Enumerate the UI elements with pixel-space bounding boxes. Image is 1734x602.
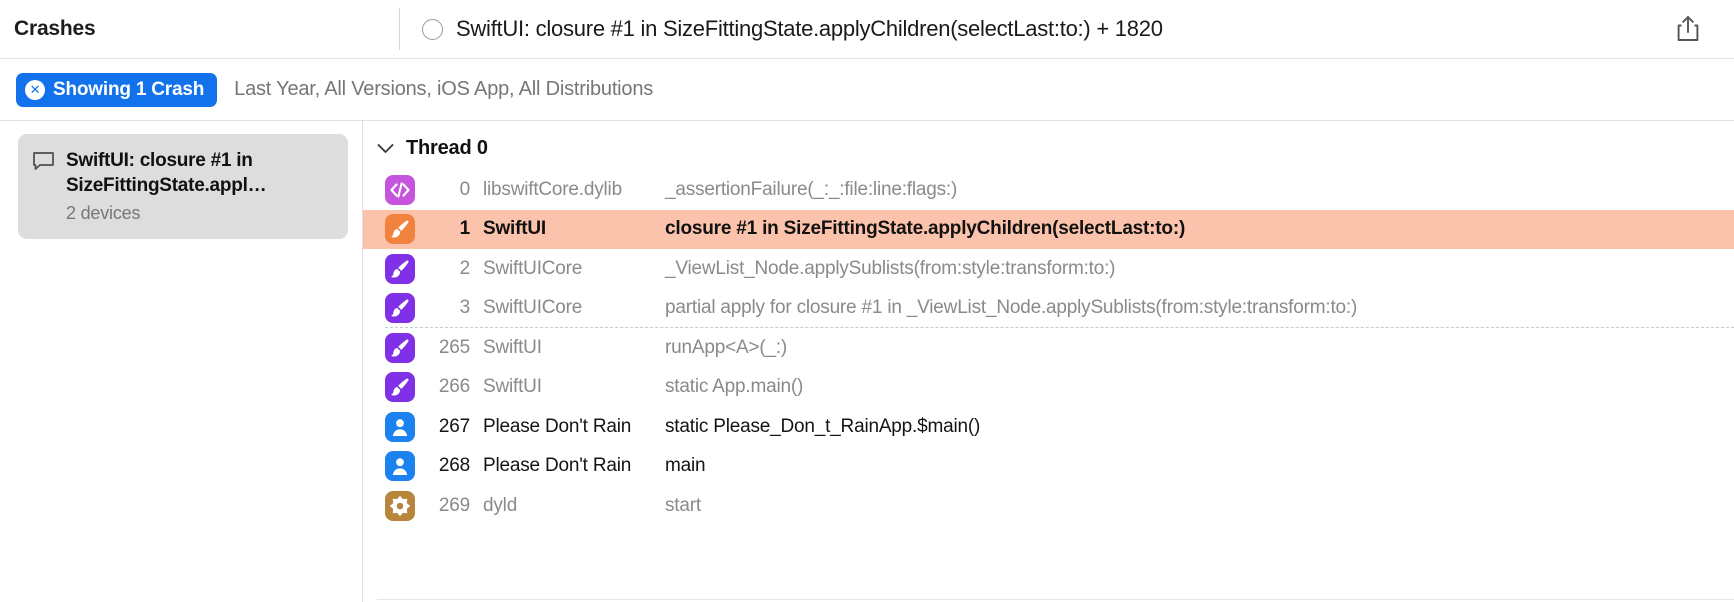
body-split: SwiftUI: closure #1 in SizeFittingState.…	[0, 121, 1734, 602]
frame-symbol: runApp<A>(_:)	[665, 336, 788, 358]
table-row[interactable]: 1 SwiftUI closure #1 in SizeFittingState.a…	[363, 209, 1734, 249]
frame-index: 1	[459, 218, 471, 240]
frame-binary: Please Don't Rain	[483, 455, 632, 477]
frame-binary: dyld	[483, 494, 518, 516]
share-button[interactable]	[1671, 12, 1705, 46]
frame-symbol: static Please_Don_t_RainApp.$main()	[665, 415, 981, 437]
top-bar-left: Crashes	[0, 0, 400, 58]
stack-trace-panel: Thread 0 0 libswiftCore.dylib _assertionFa…	[363, 121, 1734, 602]
thread-header[interactable]: Thread 0	[363, 121, 1734, 170]
top-bar-right	[1642, 0, 1734, 58]
list-item-text: SwiftUI: closure #1 in SizeFittingState.…	[66, 148, 332, 224]
frame-index: 265	[438, 336, 470, 358]
frame-index: 268	[438, 455, 470, 477]
stack-frame-list: 0 libswiftCore.dylib _assertionFailure(_:_…	[363, 170, 1734, 526]
frame-symbol: _ViewList_Node.applySublists(from:style:…	[665, 257, 1116, 279]
frame-binary: SwiftUICore	[483, 297, 583, 319]
thread-label: Thread 0	[406, 137, 488, 159]
paintbrush-icon	[385, 332, 415, 363]
frame-index: 0	[459, 178, 471, 200]
list-item[interactable]: SwiftUI: closure #1 in SizeFittingState.…	[18, 134, 348, 239]
filter-description: Last Year, All Versions, iOS App, All Di…	[234, 78, 654, 100]
comment-bubble-icon	[32, 151, 55, 224]
paintbrush-icon	[385, 293, 415, 324]
table-row[interactable]: 265 SwiftUI runApp<A>(_:)	[363, 328, 1734, 368]
filter-pill-label: Showing 1 Crash	[53, 78, 205, 100]
chevron-down-icon[interactable]	[377, 143, 394, 154]
filter-bar: ✕ Showing 1 Crash Last Year, All Version…	[0, 59, 1734, 121]
paintbrush-icon	[385, 372, 415, 403]
table-row[interactable]: 269 dyld start	[363, 486, 1734, 526]
person-icon	[385, 451, 415, 482]
table-row[interactable]: 267 Please Don't Rain static Please_Don_t_…	[363, 407, 1734, 447]
crash-list-sidebar: SwiftUI: closure #1 in SizeFittingState.…	[0, 121, 363, 602]
crash-title: SwiftUI: closure #1 in SizeFittingState.…	[456, 16, 1163, 41]
frame-binary: Please Don't Rain	[483, 415, 632, 437]
frame-binary: SwiftUICore	[483, 257, 583, 279]
frame-binary: SwiftUI	[483, 218, 546, 240]
table-row[interactable]: 2 SwiftUICore _ViewList_Node.applySublists…	[363, 249, 1734, 289]
crash-organizer-window: Crashes SwiftUI: closure #1 in SizeFitti…	[0, 0, 1734, 602]
person-icon	[385, 411, 415, 442]
table-row[interactable]: 266 SwiftUI static App.main()	[363, 368, 1734, 408]
frame-index: 269	[438, 494, 470, 516]
top-bar: Crashes SwiftUI: closure #1 in SizeFitti…	[0, 0, 1734, 59]
table-row[interactable]: 268 Please Don't Rain main	[363, 447, 1734, 487]
list-item-subtitle: 2 devices	[66, 202, 141, 223]
frame-symbol: main	[665, 455, 706, 477]
share-icon	[1677, 16, 1699, 41]
code-brackets-icon	[385, 174, 415, 205]
list-item-title: SwiftUI: closure #1 in SizeFittingState.…	[66, 150, 267, 197]
frame-symbol: _assertionFailure(_:_:file:line:flags:)	[665, 178, 958, 200]
frame-index: 267	[438, 415, 470, 437]
radio-circle-icon[interactable]	[422, 18, 443, 40]
frame-symbol: start	[665, 494, 701, 516]
paintbrush-icon	[385, 253, 415, 284]
table-row[interactable]: 0 libswiftCore.dylib _assertionFailure(_:_…	[363, 170, 1734, 210]
frame-binary: SwiftUI	[483, 376, 542, 398]
table-row[interactable]: 3 SwiftUICore partial apply for closure #1…	[363, 289, 1734, 329]
frame-symbol: partial apply for closure #1 in _ViewLis…	[665, 297, 1358, 319]
panel-bottom-divider	[377, 599, 1734, 600]
frame-symbol: closure #1 in SizeFittingState.applyChil…	[665, 218, 1186, 240]
showing-crash-filter-pill[interactable]: ✕ Showing 1 Crash	[16, 72, 218, 107]
page-title: Crashes	[14, 17, 96, 40]
paintbrush-icon	[385, 214, 415, 245]
frame-binary: libswiftCore.dylib	[483, 178, 622, 200]
close-icon[interactable]: ✕	[25, 79, 45, 100]
frame-symbol: static App.main()	[665, 376, 804, 398]
frame-index: 3	[459, 297, 471, 319]
frame-binary: SwiftUI	[483, 336, 542, 358]
frame-index: 266	[438, 376, 470, 398]
crash-title-area: SwiftUI: closure #1 in SizeFittingState.…	[400, 0, 1642, 58]
gear-icon	[385, 490, 415, 521]
frame-index: 2	[459, 257, 471, 279]
